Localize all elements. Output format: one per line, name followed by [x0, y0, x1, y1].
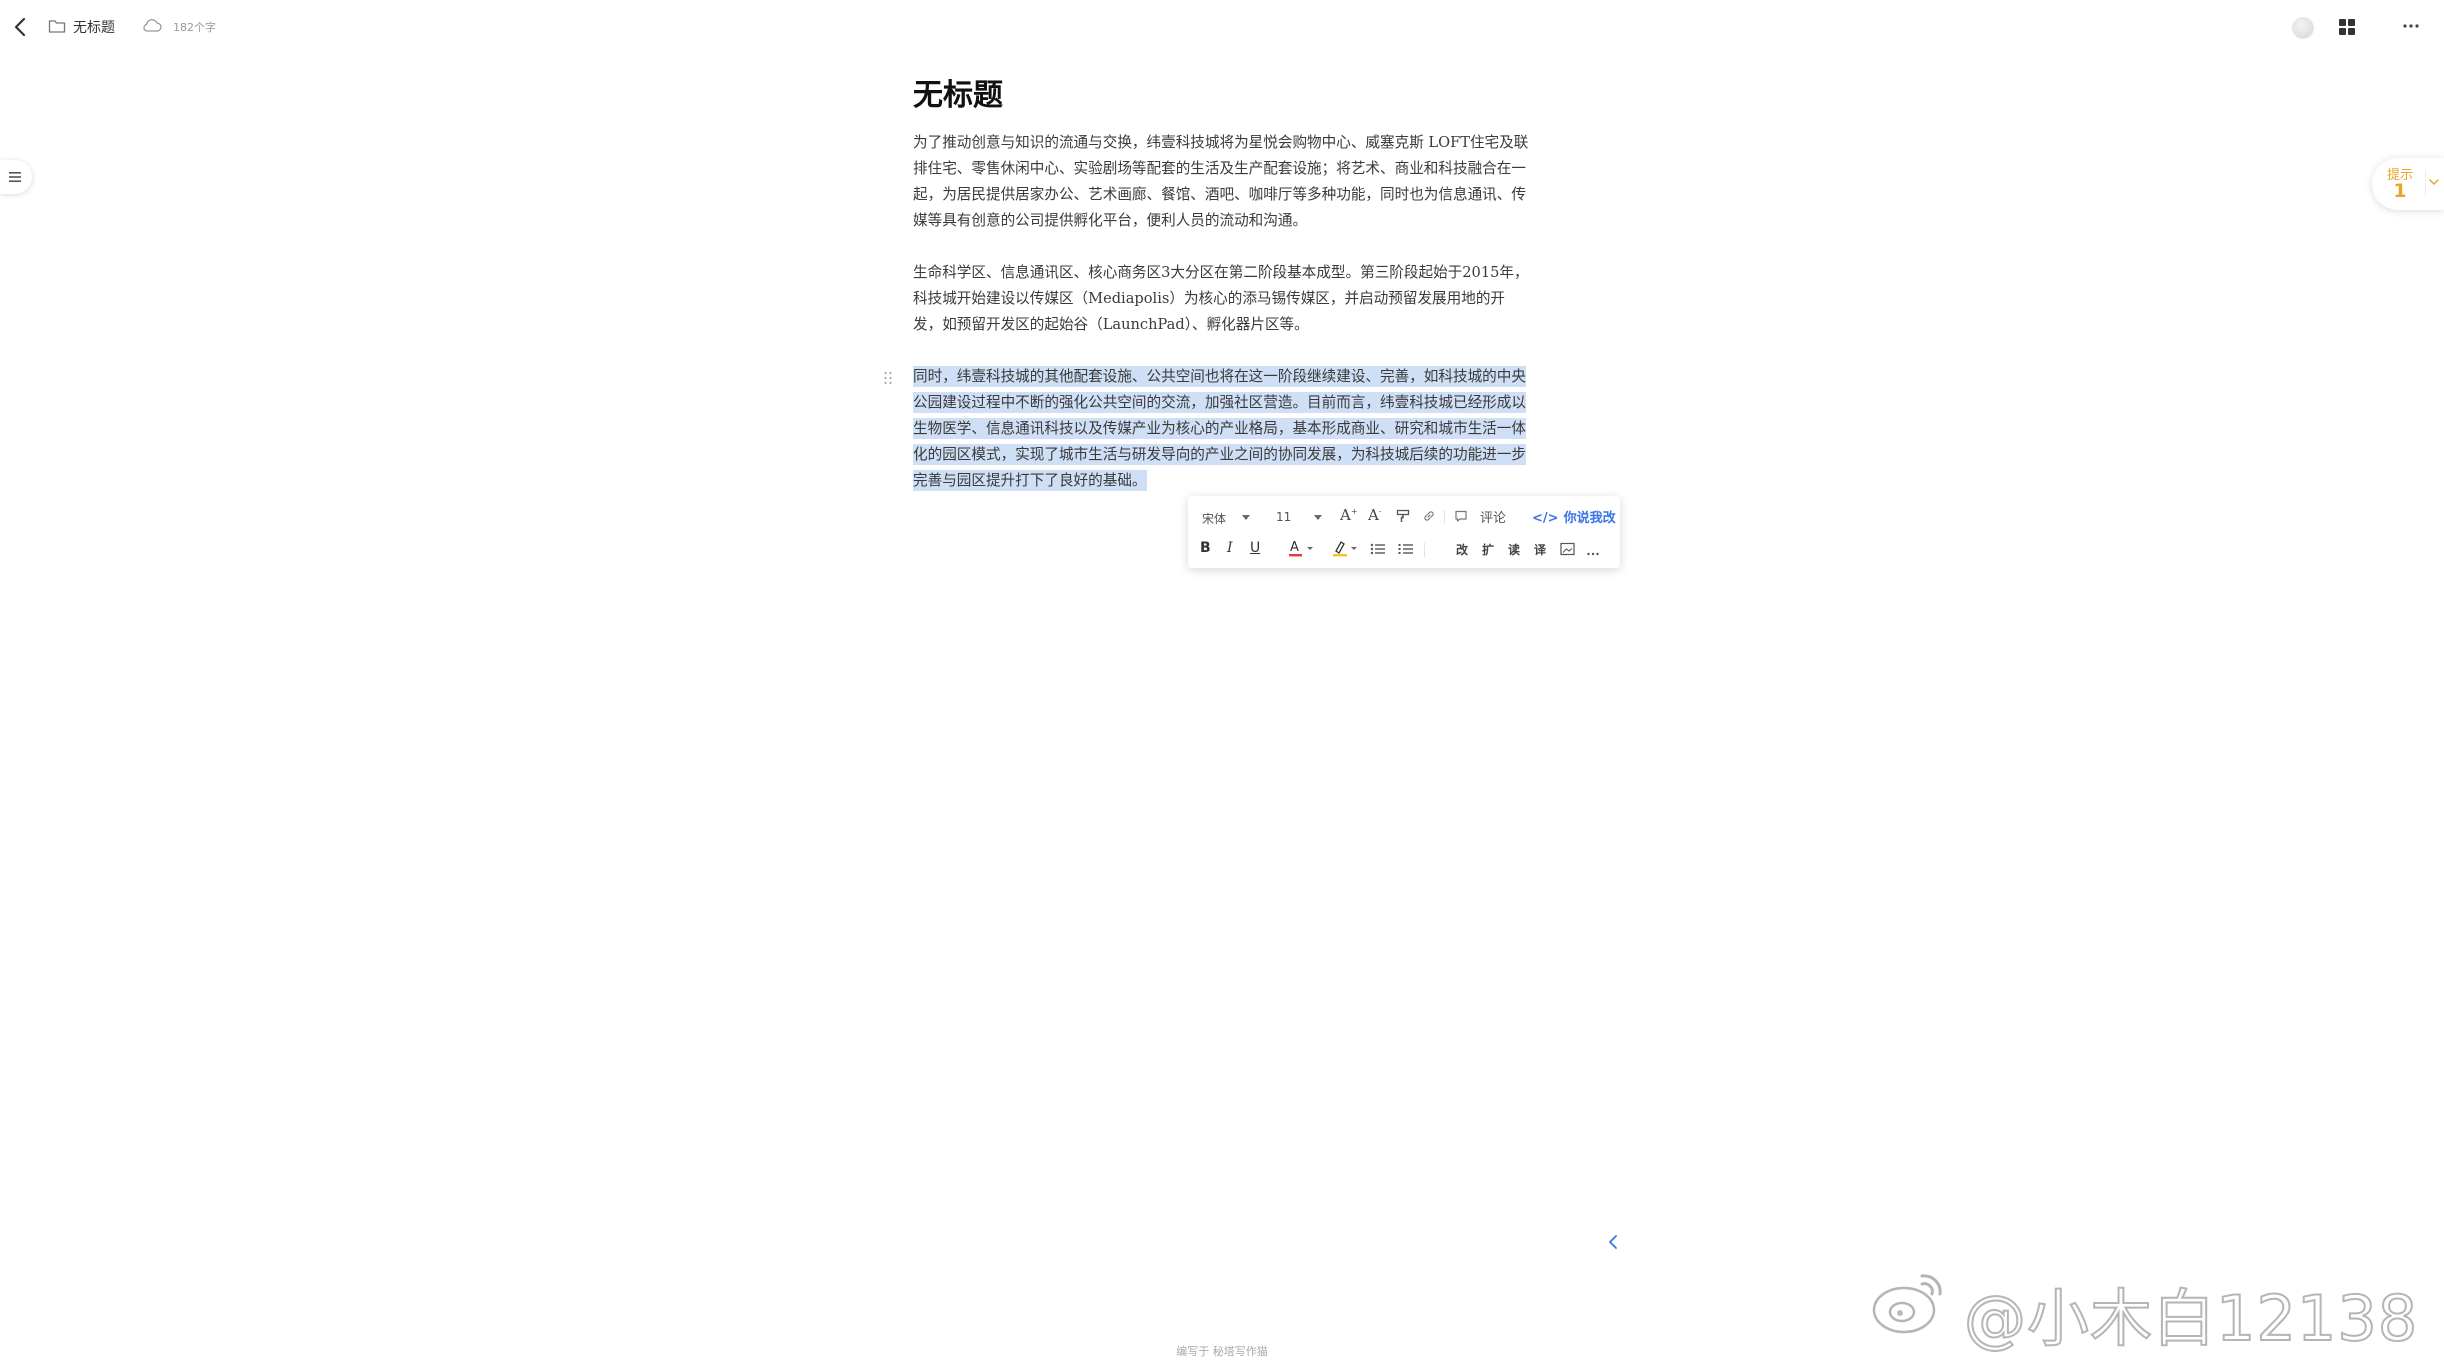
- bullet-list-icon[interactable]: [1370, 541, 1386, 560]
- caret-down-icon: [1314, 515, 1322, 520]
- drag-handle-icon[interactable]: [883, 369, 893, 385]
- highlight-color-icon[interactable]: [1332, 538, 1360, 558]
- link-icon[interactable]: [1422, 508, 1436, 527]
- word-count: 182个字: [173, 21, 216, 34]
- top-bar: 无标题 182个字: [0, 0, 2444, 56]
- svg-text:A: A: [1290, 540, 1299, 555]
- increase-font-icon[interactable]: A+: [1340, 506, 1358, 524]
- ai-rewrite-label: 你说我改: [1563, 511, 1616, 526]
- selected-text[interactable]: 同时，纬壹科技城的其他配套设施、公共空间也将在这一阶段继续建设、完善，如科技城的…: [913, 366, 1526, 491]
- hint-widget[interactable]: 提示 1: [2372, 158, 2444, 210]
- toolbar-divider: [1424, 543, 1425, 557]
- paragraph[interactable]: 为了推动创意与知识的流通与交换，纬壹科技城将为星悦会购物中心、威塞克斯 LOFT…: [913, 130, 1533, 234]
- weibo-logo-icon: [1872, 1274, 1942, 1334]
- image-icon[interactable]: [1560, 541, 1575, 560]
- hint-divider: [2425, 170, 2426, 196]
- grid-view-icon[interactable]: [2338, 18, 2356, 36]
- italic-icon[interactable]: I: [1227, 540, 1233, 556]
- watermark-text: @小木白12138: [1963, 1281, 2419, 1356]
- more-options-icon[interactable]: [1586, 543, 1600, 562]
- underline-icon[interactable]: U: [1250, 540, 1260, 556]
- watermark: @小木白12138: [1870, 1262, 2430, 1356]
- ai-rewrite-button[interactable]: </> 你说我改: [1532, 507, 1616, 526]
- font-family-value: 宋体: [1202, 512, 1227, 526]
- chevron-down-icon[interactable]: [2428, 176, 2440, 188]
- chevron-left-icon[interactable]: [1605, 1232, 1623, 1252]
- hint-count: 1: [2393, 180, 2407, 202]
- paragraph[interactable]: 生命科学区、信息通讯区、核心商务区3大分区在第二阶段基本成型。第三阶段起始于20…: [913, 260, 1533, 338]
- code-icon: </>: [1532, 511, 1559, 526]
- paragraph-selected[interactable]: 同时，纬壹科技城的其他配套设施、公共空间也将在这一阶段继续建设、完善，如科技城的…: [884, 364, 1533, 494]
- font-size-value: 11: [1276, 510, 1292, 524]
- bold-icon[interactable]: B: [1200, 540, 1211, 556]
- font-size-select[interactable]: 11: [1276, 506, 1330, 528]
- rewrite-button[interactable]: 改: [1456, 541, 1468, 558]
- breadcrumb-doc-name[interactable]: 无标题: [73, 17, 115, 37]
- list-icon: [9, 172, 21, 182]
- document-body[interactable]: 无标题 为了推动创意与知识的流通与交换，纬壹科技城将为星悦会购物中心、威塞克斯 …: [884, 70, 1533, 494]
- font-color-icon[interactable]: A: [1288, 538, 1316, 558]
- editor-page: 无标题 182个字 提示 1 无标题 为了推动创意与知识的流通与交换，纬壹科技城…: [0, 0, 2444, 1366]
- translate-button[interactable]: 译: [1534, 541, 1546, 558]
- expand-button[interactable]: 扩: [1482, 541, 1494, 558]
- folder-icon[interactable]: [48, 18, 66, 34]
- comment-icon[interactable]: [1454, 508, 1468, 527]
- numbered-list-icon[interactable]: [1398, 541, 1414, 560]
- back-arrow-icon[interactable]: [10, 14, 32, 40]
- toolbar-divider: [1444, 510, 1445, 524]
- more-menu-icon[interactable]: [2400, 16, 2422, 36]
- avatar[interactable]: [2292, 17, 2314, 39]
- outline-toggle-button[interactable]: [0, 160, 32, 194]
- document-title[interactable]: 无标题: [913, 70, 1533, 122]
- comment-button[interactable]: 评论: [1480, 507, 1506, 526]
- read-aloud-button[interactable]: 读: [1508, 541, 1520, 558]
- format-painter-icon[interactable]: [1396, 508, 1410, 527]
- decrease-font-icon[interactable]: A-: [1368, 506, 1382, 524]
- floating-format-toolbar: 宋体 11 A+ A- 评论 </> 你说我改 B I U A 改 扩 读 译: [1188, 496, 1620, 568]
- caret-down-icon: [1242, 515, 1250, 520]
- font-family-select[interactable]: 宋体: [1202, 506, 1256, 528]
- cloud-sync-icon: [141, 17, 163, 35]
